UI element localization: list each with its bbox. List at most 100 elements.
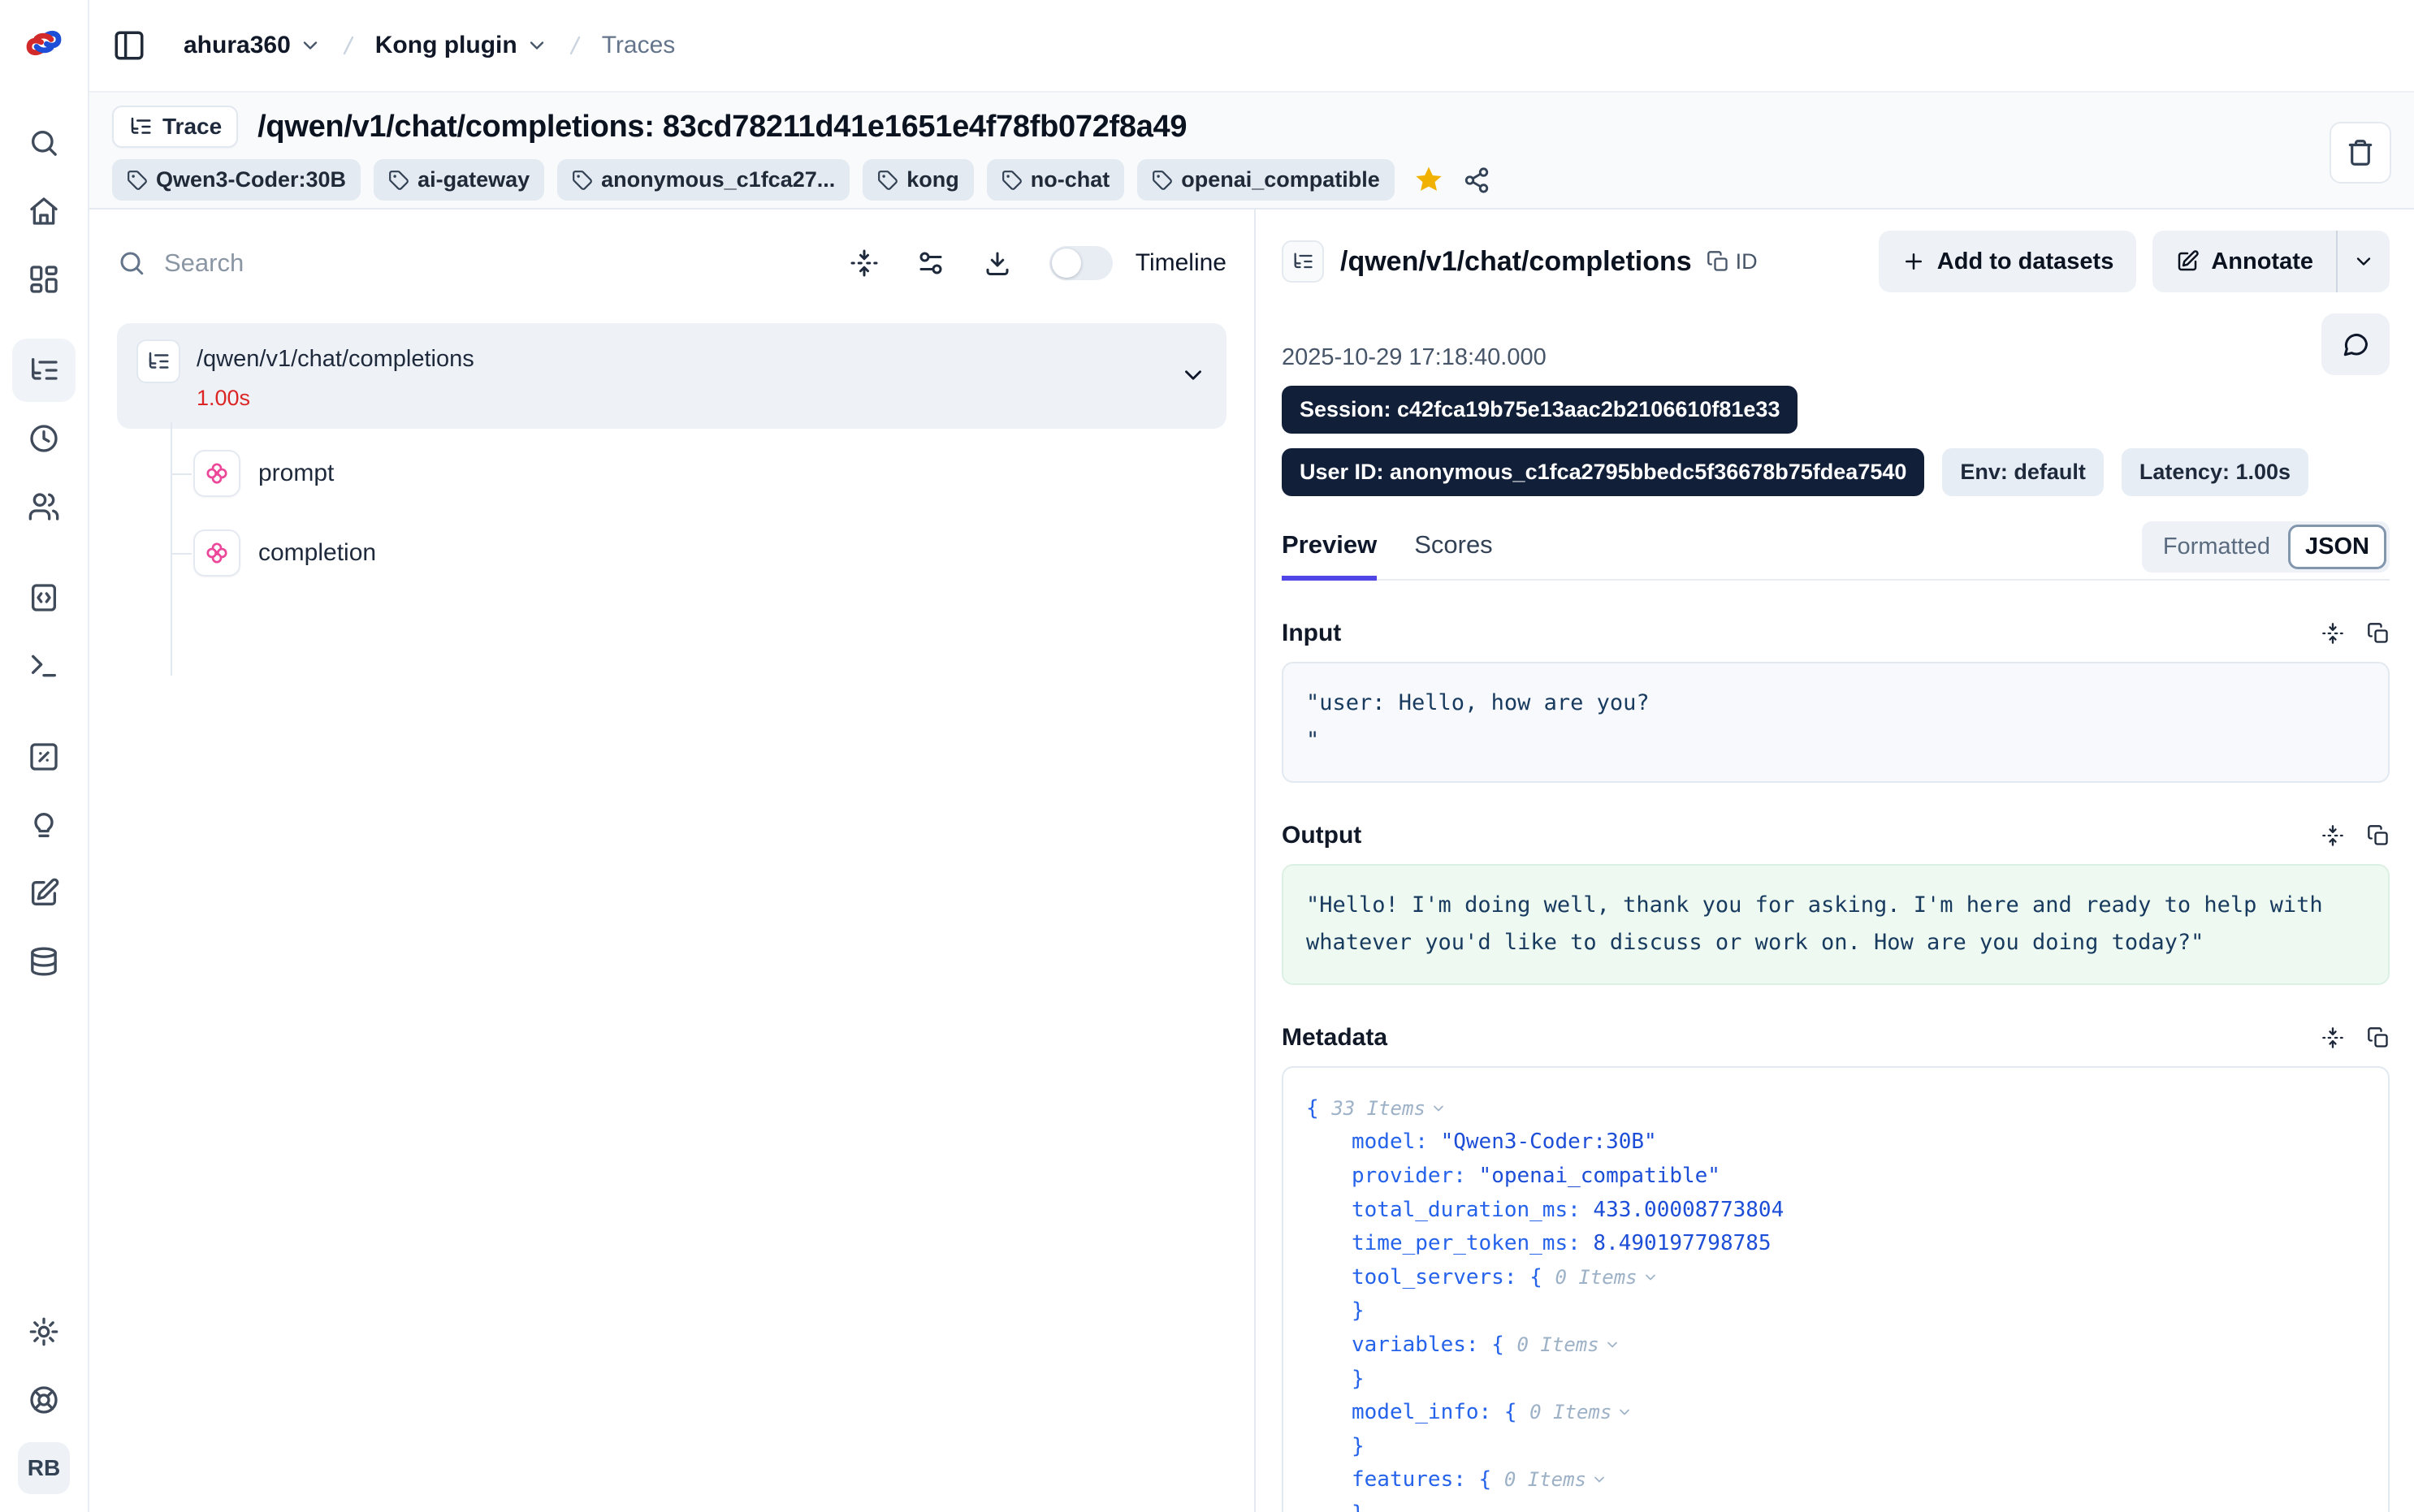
lightbulb-icon [28,809,60,841]
chevron-down-icon [1642,1269,1659,1285]
delete-trace-button[interactable] [2330,122,2391,184]
expand-items-control[interactable]: 0 Items [1504,1464,1607,1495]
user-id-badge[interactable]: User ID: anonymous_c1fca2795bbedc5f36678… [1282,448,1924,496]
tag-chip[interactable]: kong [863,159,974,201]
chevron-down-icon [1591,1471,1607,1488]
expand-items-control[interactable]: 0 Items [1529,1397,1633,1428]
tag-chip[interactable]: no-chat [987,159,1125,201]
detail-tabs: Preview Scores Formatted JSON [1282,530,2390,581]
fold-vertical-icon [850,248,879,278]
search-input[interactable] [164,248,850,278]
sidebar-item-playground[interactable] [0,632,89,700]
metadata-line: } [1306,1497,2365,1512]
app-logo-icon[interactable] [20,19,67,67]
sidebar-toggle-button[interactable] [112,28,146,63]
fold-vertical-icon [2321,622,2344,645]
expand-items-control[interactable]: 0 Items [1517,1329,1620,1360]
trace-header: Trace /qwen/v1/chat/completions: 83cd782… [89,91,2414,210]
breadcrumb-separator [336,33,361,58]
sidebar-item-support[interactable] [0,1366,89,1434]
tree-root-row[interactable]: /qwen/v1/chat/completions 1.00s [117,323,1226,429]
sidebar-item-sessions[interactable] [0,404,89,473]
tree-connector-stub [171,553,192,555]
tag-chip[interactable]: anonymous_c1fca27... [557,159,850,201]
tag-chip[interactable]: ai-gateway [374,159,544,201]
copy-input-button[interactable] [2367,622,2390,645]
breadcrumb-section[interactable]: Kong plugin [375,32,548,59]
tag-chip[interactable]: openai_compatible [1137,159,1395,201]
breadcrumb-project[interactable]: ahura360 [184,32,322,59]
copy-icon [2367,1026,2390,1049]
sidebar-item-settings[interactable] [0,1298,89,1366]
add-to-datasets-button[interactable]: Add to datasets [1879,231,2137,292]
tag-chip[interactable]: Qwen3-Coder:30B [112,159,361,201]
annotate-button[interactable]: Annotate [2152,231,2336,292]
sidebar-item-home[interactable] [0,177,89,245]
sidebar-item-users[interactable] [0,473,89,541]
share-button[interactable] [1463,166,1490,194]
view-json-option[interactable]: JSON [2288,525,2386,569]
annotate-menu-button[interactable] [2338,231,2390,292]
collapse-input-button[interactable] [2321,622,2344,645]
search-icon [28,127,60,159]
user-avatar[interactable]: RB [18,1442,70,1494]
view-formatted-option[interactable]: Formatted [2145,525,2288,568]
sidebar-item-dashboards[interactable] [0,245,89,313]
input-section: Input "user: Hello, how are you? " [1282,620,2390,783]
metadata-line: total_duration_ms: 433.00008773804 [1306,1194,2365,1228]
sidebar-item-prompts[interactable] [0,564,89,632]
expand-items-control[interactable]: 33 Items [1331,1093,1447,1124]
collapse-all-button[interactable] [850,248,879,278]
sidebar-item-traces[interactable] [0,336,89,404]
copy-output-button[interactable] [2367,824,2390,847]
tree-root-latency: 1.00s [197,386,1179,411]
event-clover-icon [203,460,231,487]
view-mode-toggle: Formatted JSON [2142,521,2390,572]
annotate-split-button: Annotate [2152,231,2390,292]
detail-title: /qwen/v1/chat/completions [1340,246,1692,278]
metadata-line: features: { 0 Items [1306,1463,2365,1497]
star-icon [1412,164,1445,197]
tree-node-prompt[interactable]: prompt [171,450,1226,497]
terminal-icon [28,650,60,682]
tree-children: prompt completion [171,429,1226,577]
observation-badge [193,529,240,577]
favorite-star-button[interactable] [1412,164,1445,197]
collapse-metadata-button[interactable] [2321,1026,2344,1049]
timeline-toggle[interactable] [1049,246,1113,280]
metadata-line: tool_servers: { 0 Items [1306,1261,2365,1295]
chevron-down-icon[interactable] [1179,361,1207,389]
metadata-json-viewer: { 33 Items model: "Qwen3-Coder:30B" prov… [1282,1066,2390,1512]
tag-icon [877,170,898,191]
sliders-icon [916,248,945,278]
content-panels: Timeline /qwen/v1/chat/completions 1.00s [89,210,2414,1512]
view-settings-button[interactable] [916,248,945,278]
sidebar-item-datasets[interactable] [0,927,89,996]
sidebar-item-insights[interactable] [0,791,89,859]
chevron-down-icon [1430,1100,1447,1117]
observation-badge [193,450,240,497]
tab-preview[interactable]: Preview [1282,530,1377,581]
expand-items-control[interactable]: 0 Items [1555,1262,1658,1293]
tag-icon [1152,170,1173,191]
copy-id-button[interactable]: ID [1707,249,1758,274]
plus-icon [1901,249,1926,274]
tag-icon [1002,170,1023,191]
metadata-heading: Metadata [1282,1024,1387,1052]
sidebar-item-annotation[interactable] [0,859,89,927]
sidebar-item-evaluation[interactable] [0,723,89,791]
collapse-output-button[interactable] [2321,824,2344,847]
tree-node-completion[interactable]: completion [171,529,1226,577]
tab-scores[interactable]: Scores [1414,530,1492,581]
detail-type-badge [1282,240,1324,283]
session-badge[interactable]: Session: c42fca19b75e13aac2b2106610f81e3… [1282,386,1798,434]
download-icon [983,248,1012,278]
sidebar-item-search[interactable] [0,109,89,177]
copy-metadata-button[interactable] [2367,1026,2390,1049]
chevron-down-icon [299,34,322,57]
square-pen-icon [28,877,60,909]
download-button[interactable] [983,248,1012,278]
comments-button[interactable] [2321,313,2390,375]
metadata-section: Metadata { 33 Items model: "Qwen3-Coder:… [1282,1024,2390,1512]
metadata-line: } [1306,1363,2365,1397]
